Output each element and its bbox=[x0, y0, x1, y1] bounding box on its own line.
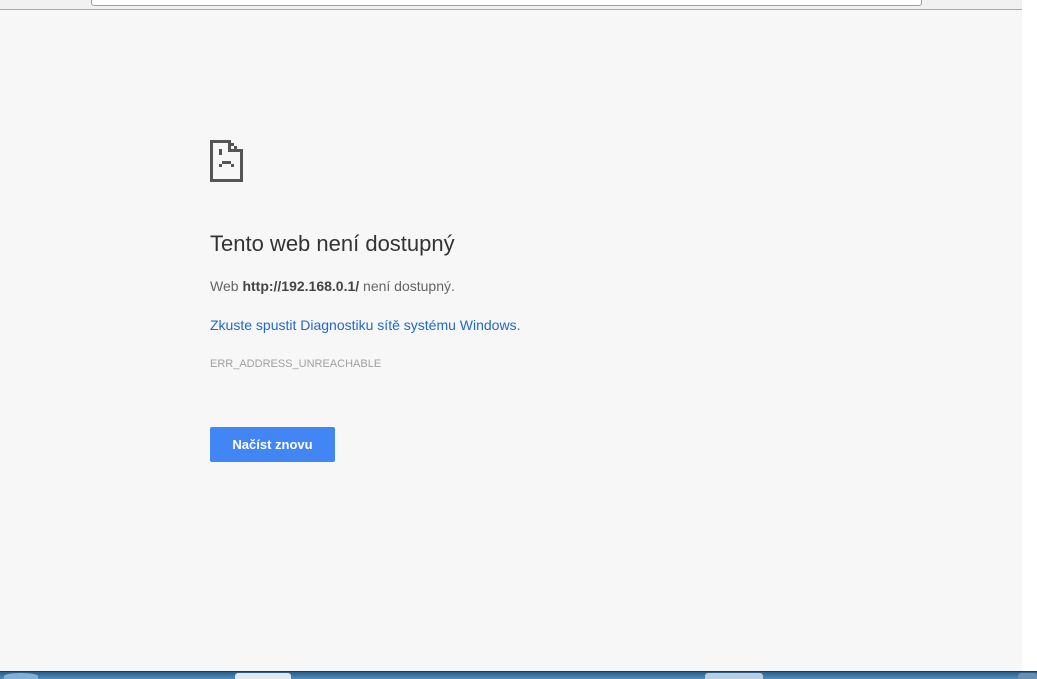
browser-viewport: Tento web není dostupný Web http://192.1… bbox=[0, 0, 1022, 671]
error-code: ERR_ADDRESS_UNREACHABLE bbox=[210, 358, 382, 370]
error-url: http://192.168.0.1/ bbox=[242, 278, 360, 294]
suggestion: Zkuste spustit Diagnostiku sítě systému … bbox=[210, 317, 520, 333]
browser-toolbar bbox=[0, 0, 1022, 10]
sad-page-icon bbox=[210, 140, 243, 182]
page-title: Tento web není dostupný bbox=[210, 231, 455, 256]
address-bar[interactable] bbox=[91, 0, 922, 6]
message-prefix: Web bbox=[210, 278, 243, 294]
suggestion-prefix: Zkuste spustit bbox=[210, 317, 301, 333]
message-suffix: není dostupný. bbox=[359, 278, 455, 294]
show-desktop-button[interactable] bbox=[1018, 673, 1037, 679]
suggestion-suffix: . bbox=[516, 317, 521, 333]
taskbar-item[interactable] bbox=[705, 673, 763, 679]
taskbar-item[interactable] bbox=[235, 673, 291, 679]
start-button[interactable] bbox=[4, 673, 38, 679]
reload-button[interactable]: Načíst znovu bbox=[210, 427, 335, 462]
error-message: Web http://192.168.0.1/ není dostupný. bbox=[210, 278, 455, 294]
network-diagnostics-link[interactable]: Diagnostiku sítě systému Windows bbox=[300, 317, 516, 333]
